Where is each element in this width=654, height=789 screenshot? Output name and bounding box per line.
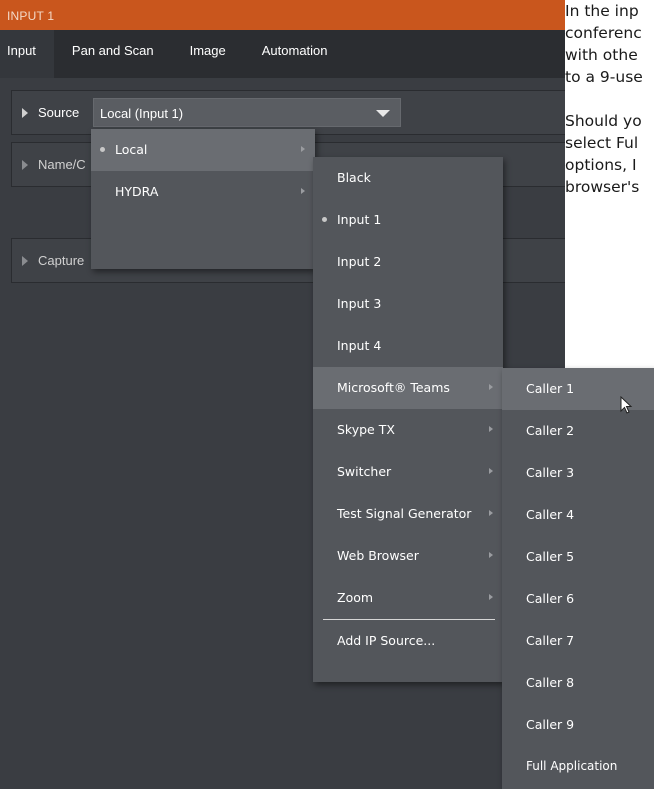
doc-line: with othe: [565, 46, 638, 64]
document-text: In the inp conferenc with othe to a 9-us…: [565, 0, 654, 380]
submenu-arrow-icon: [489, 510, 493, 516]
menu-item-skype-tx[interactable]: Skype TX: [313, 409, 503, 451]
menu-item-web-browser[interactable]: Web Browser: [313, 535, 503, 577]
submenu-arrow-icon: [489, 594, 493, 600]
menu-item-input-3[interactable]: Input 3: [313, 283, 503, 325]
menu-item-caller-9[interactable]: Caller 9: [502, 704, 654, 746]
selected-bullet-icon: [322, 217, 327, 222]
panel-title: INPUT 1: [0, 0, 565, 30]
capture-label: Capture: [38, 253, 85, 268]
doc-line: select Ful: [565, 134, 639, 152]
doc-line: to a 9-use: [565, 68, 643, 86]
menu-item-caller-4[interactable]: Caller 4: [502, 494, 654, 536]
menu-item-zoom[interactable]: Zoom: [313, 577, 503, 619]
source-label: Source: [38, 105, 80, 120]
tab-pan-and-scan[interactable]: Pan and Scan: [54, 30, 172, 78]
expand-triangle-icon[interactable]: [22, 108, 28, 118]
menu-item-input-2[interactable]: Input 2: [313, 241, 503, 283]
local-submenu: Black Input 1 Input 2 Input 3 Input 4 Mi…: [313, 157, 503, 682]
menu-item-caller-5[interactable]: Caller 5: [502, 536, 654, 578]
menu-item-caller-2[interactable]: Caller 2: [502, 410, 654, 452]
menu-item-black[interactable]: Black: [313, 157, 503, 199]
menu-item-local[interactable]: Local: [91, 129, 315, 171]
menu-item-input-4[interactable]: Input 4: [313, 325, 503, 367]
menu-item-microsoft-teams[interactable]: Microsoft® Teams: [313, 367, 503, 409]
menu-item-switcher[interactable]: Switcher: [313, 451, 503, 493]
menu-item-caller-3[interactable]: Caller 3: [502, 452, 654, 494]
selected-bullet-icon: [100, 147, 105, 152]
doc-line: In the inp: [565, 2, 639, 20]
expand-triangle-icon[interactable]: [22, 160, 28, 170]
submenu-arrow-icon: [489, 468, 493, 474]
menu-item-hydra[interactable]: HYDRA: [91, 171, 315, 213]
doc-line: conferenc: [565, 24, 642, 42]
tab-automation[interactable]: Automation: [244, 30, 346, 78]
menu-item-caller-7[interactable]: Caller 7: [502, 620, 654, 662]
source-select-value: Local (Input 1): [100, 106, 184, 121]
menu-item-caller-6[interactable]: Caller 6: [502, 578, 654, 620]
expand-triangle-icon[interactable]: [22, 256, 28, 266]
submenu-arrow-icon: [489, 426, 493, 432]
mouse-cursor-icon: [620, 396, 633, 414]
submenu-arrow-icon: [301, 188, 305, 194]
name-label: Name/C: [38, 157, 86, 172]
source-menu: Local HYDRA: [91, 129, 315, 269]
doc-line: options, I: [565, 156, 637, 174]
menu-item-add-ip-source[interactable]: Add IP Source...: [313, 620, 503, 662]
submenu-arrow-icon: [489, 384, 493, 390]
doc-line: Should yo: [565, 112, 642, 130]
submenu-arrow-icon: [301, 146, 305, 152]
teams-submenu: Caller 1 Caller 2 Caller 3 Caller 4 Call…: [502, 368, 654, 789]
dropdown-caret-icon[interactable]: [376, 110, 390, 117]
source-select[interactable]: Local (Input 1): [93, 98, 401, 127]
tab-bar: Input Pan and Scan Image Automation: [0, 30, 565, 78]
submenu-arrow-icon: [489, 552, 493, 558]
doc-line: browser's: [565, 178, 640, 196]
menu-item-caller-8[interactable]: Caller 8: [502, 662, 654, 704]
menu-item-full-application[interactable]: Full Application: [502, 746, 654, 788]
tab-input[interactable]: Input: [0, 30, 54, 78]
menu-item-input-1[interactable]: Input 1: [313, 199, 503, 241]
tab-image[interactable]: Image: [172, 30, 244, 78]
menu-item-test-signal-generator[interactable]: Test Signal Generator: [313, 493, 503, 535]
